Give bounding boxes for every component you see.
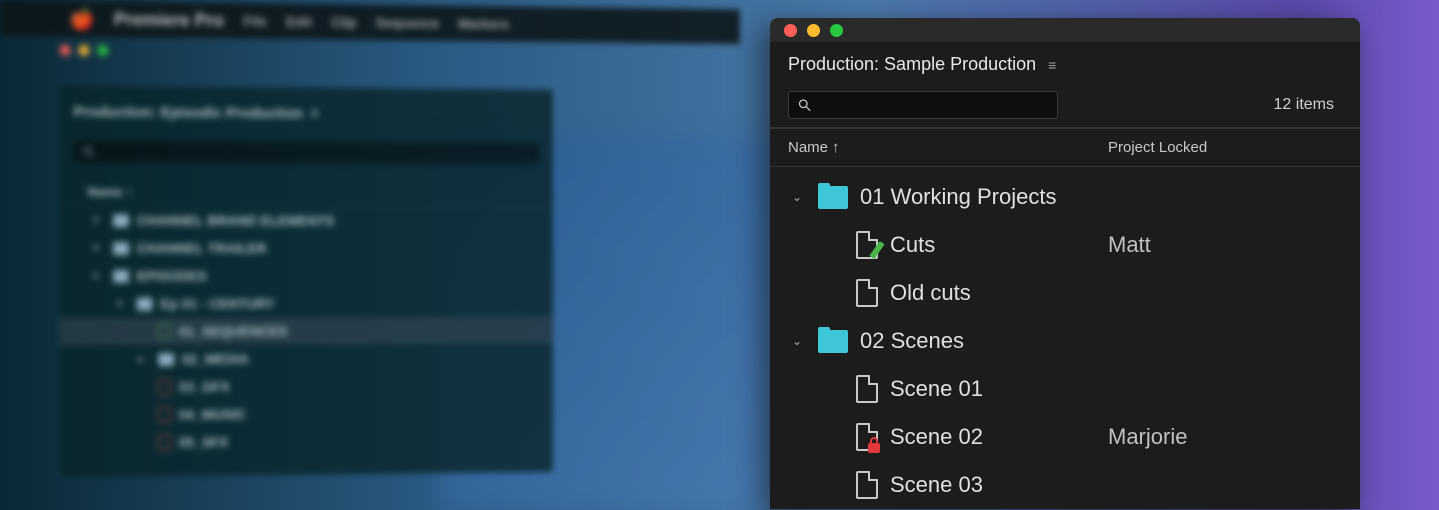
bg-tree-row: ▾CHANNEL TRAILER [60,234,553,262]
bg-tree-row: ▾CHANNEL BRAND ELEMENTS [60,206,553,234]
folder-icon [818,330,848,353]
search-input[interactable] [812,97,1057,113]
menu-markers: Markers [458,16,509,32]
bg-search-input [74,140,540,164]
file-icon [856,375,878,403]
bg-tree-row: ▸02_MEDIA [60,343,553,373]
project-tree: ⌄ 01 Working Projects Cuts Matt Old cuts ⌄ 02 … [770,167,1360,509]
panel-title: Production: Sample Production [788,54,1036,75]
tree-row[interactable]: ⌄ 02 Scenes [770,317,1360,365]
bg-tree-row: 03_GFX [60,371,553,402]
file-icon [856,471,878,499]
window-traffic-lights [770,18,1360,42]
tree-row-label: Scene 02 [890,424,983,450]
bg-panel-menu-icon: ≡ [311,105,319,122]
tree-row-label: Scene 01 [890,376,983,402]
bg-tree-row: 04_MUSIC [60,398,553,430]
tree-row[interactable]: Scene 03 [770,461,1360,509]
search-input-wrapper[interactable] [788,91,1058,119]
tree-row-label: 01 Working Projects [860,184,1056,210]
search-icon [797,97,812,113]
menu-sequence: Sequence [376,15,439,31]
bg-sort-arrow-icon: ↑ [126,184,132,199]
locked-by-value: Marjorie [1108,424,1342,450]
apple-menu-icon: 🍎 [70,6,95,31]
minimize-icon[interactable] [807,24,820,37]
tree-row[interactable]: ⌄ 01 Working Projects [770,173,1360,221]
file-editing-icon [856,231,878,259]
sort-ascending-icon: ↑ [832,139,840,156]
file-icon [856,279,878,307]
tree-row-label: Old cuts [890,280,971,306]
app-name: Premiere Pro [114,9,224,31]
column-header-name[interactable]: Name ↑ [788,139,1108,156]
tree-row[interactable]: Old cuts [770,269,1360,317]
expand-caret-icon[interactable]: ⌄ [788,190,806,204]
folder-icon [818,186,848,209]
bg-tree-row: ▾Ep 01 - CENTURY [60,289,553,318]
bg-tree-row: 01_SEQUENCES [60,316,553,345]
tree-row[interactable]: Scene 01 [770,365,1360,413]
menu-edit: Edit [286,13,312,29]
tree-row-label: 02 Scenes [860,328,964,354]
tree-row-label: Scene 03 [890,472,983,498]
bg-col-name: Name [87,184,122,199]
bg-tree-row: ▾EPISODES [60,262,553,290]
maximize-icon[interactable] [830,24,843,37]
locked-by-value: Matt [1108,232,1342,258]
bg-panel-title: Production: Episodic Production [74,104,303,122]
expand-caret-icon[interactable]: ⌄ [788,334,806,348]
menu-clip: Clip [331,14,356,30]
close-icon[interactable] [784,24,797,37]
production-panel: Production: Sample Production ≡ 12 items… [770,18,1360,509]
tree-row[interactable]: Scene 02 Marjorie [770,413,1360,461]
bg-tree-row: 05_SFX [60,425,553,457]
tree-row[interactable]: Cuts Matt [770,221,1360,269]
item-count: 12 items [1274,96,1342,114]
panel-menu-icon[interactable]: ≡ [1048,57,1057,73]
tree-row-label: Cuts [890,232,935,258]
menu-file: File [243,13,266,29]
column-header-locked[interactable]: Project Locked [1108,139,1342,156]
file-locked-icon [856,423,878,451]
background-app-window: 🍎 Premiere Pro File Edit Clip Sequence M… [0,0,740,509]
